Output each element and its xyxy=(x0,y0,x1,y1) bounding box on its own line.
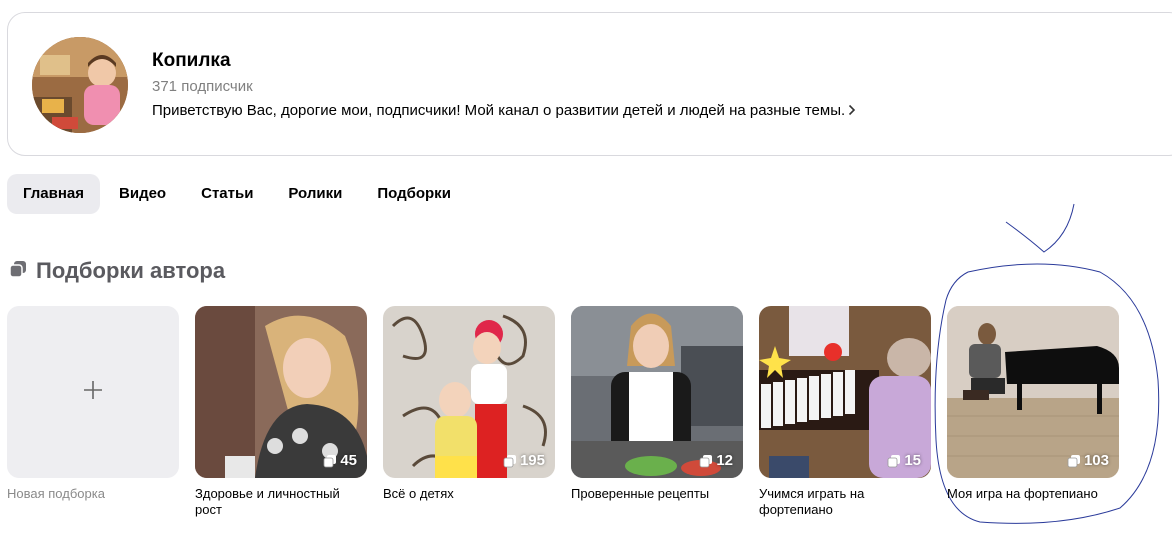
tab-collections[interactable]: Подборки xyxy=(361,174,467,214)
stack-icon xyxy=(699,454,713,467)
collection-title[interactable]: Проверенные рецепты xyxy=(571,486,743,502)
channel-name[interactable]: Копилка xyxy=(152,50,231,72)
collection-card[interactable]: 12 xyxy=(571,306,743,478)
collection-card[interactable]: 195 xyxy=(383,306,555,478)
collections-icon xyxy=(8,259,28,284)
new-collection-label[interactable]: Новая подборка xyxy=(7,486,179,502)
collection-count: 45 xyxy=(323,452,357,469)
tab-video[interactable]: Видео xyxy=(103,174,182,214)
channel-tabs: Главная Видео Статьи Ролики Подборки xyxy=(7,174,470,214)
tab-main[interactable]: Главная xyxy=(7,174,101,214)
collection-card[interactable]: 15 xyxy=(759,306,931,478)
chevron-right-icon xyxy=(848,103,856,120)
collection-title[interactable]: Здоровье и личностный рост xyxy=(195,486,367,518)
stack-icon xyxy=(1067,454,1080,467)
tab-articles[interactable]: Статьи xyxy=(185,174,269,214)
collection-title[interactable]: Моя игра на фортепиано xyxy=(947,486,1119,502)
plus-icon xyxy=(82,379,104,406)
collection-title[interactable]: Учимся играть на фортепиано xyxy=(759,486,931,518)
channel-avatar[interactable] xyxy=(32,37,128,133)
stack-icon xyxy=(887,454,901,467)
section-title: Подборки автора xyxy=(36,258,226,283)
channel-description-link[interactable]: Приветствую Вас, дорогие мои, подписчики… xyxy=(152,102,856,120)
section-header: Подборки автора xyxy=(8,257,225,285)
subscriber-count: 371 подписчик xyxy=(152,78,253,95)
stack-icon xyxy=(503,454,516,467)
collection-title[interactable]: Всё о детях xyxy=(383,486,555,502)
collection-card[interactable]: 45 xyxy=(195,306,367,478)
new-collection-button[interactable] xyxy=(7,306,179,478)
collection-count: 195 xyxy=(503,452,545,469)
collection-count: 15 xyxy=(887,452,921,469)
channel-description: Приветствую Вас, дорогие мои, подписчики… xyxy=(152,102,846,119)
tab-shorts[interactable]: Ролики xyxy=(272,174,358,214)
collection-card[interactable]: 103 xyxy=(947,306,1119,478)
collection-count: 12 xyxy=(699,452,733,469)
collection-count: 103 xyxy=(1067,452,1109,469)
stack-icon xyxy=(323,454,337,467)
